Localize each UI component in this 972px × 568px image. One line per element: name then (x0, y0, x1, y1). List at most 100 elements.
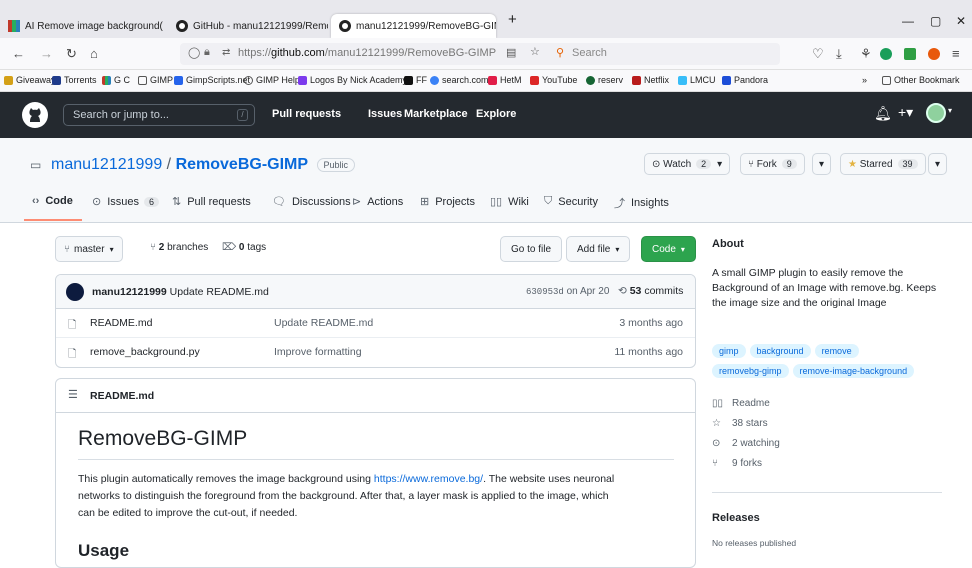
browser-tab-repo[interactable]: manu12121999/RemoveBG-GIM ✕ (331, 14, 496, 38)
close-tab-icon[interactable]: ✕ (163, 21, 165, 32)
tab-issues[interactable]: ⊙ Issues 6 (92, 195, 160, 208)
tab-pull-requests[interactable]: ⇅ Pull requests (172, 195, 251, 209)
bookmark-item[interactable]: Torrents (52, 75, 97, 85)
extension-icon[interactable]: ⚘ (860, 46, 872, 62)
remove-bg-link[interactable]: https://www.remove.bg/ (374, 473, 483, 485)
tab-security[interactable]: ⛉ Security (544, 195, 598, 208)
tags-link[interactable]: ⌦ 0 tags (222, 242, 266, 253)
extension-icon[interactable] (880, 48, 892, 60)
search-input[interactable]: Search (572, 47, 607, 59)
add-file-button[interactable]: Add file ▾ (566, 236, 631, 262)
bookmark-item[interactable]: G C (102, 75, 130, 85)
readme-link[interactable]: ▯▯ Readme (712, 398, 770, 409)
nav-issues[interactable]: Issues (368, 108, 402, 120)
bookmark-item[interactable]: GimpScripts.net (174, 75, 250, 85)
file-name[interactable]: remove_background.py (90, 346, 200, 358)
reader-view-icon[interactable]: ▤ (506, 46, 516, 59)
topic-tag[interactable]: gimp (712, 344, 746, 358)
reload-icon[interactable]: ↻ (66, 46, 77, 62)
commit-hash[interactable]: 630953d (526, 287, 564, 297)
browser-tab-github[interactable]: GitHub - manu12121999/Remo ✕ (168, 14, 328, 38)
create-new-icon[interactable]: +▾ (898, 104, 913, 121)
avatar[interactable] (926, 103, 946, 123)
watching-link[interactable]: ⊙ 2 watching (712, 438, 780, 449)
bookmark-item[interactable]: HetM (488, 75, 522, 85)
tab-label: Projects (435, 195, 475, 208)
readme-title: RemoveBG-GIMP (78, 427, 248, 450)
star-dropdown[interactable]: ▾ (928, 153, 948, 175)
topic-tag[interactable]: remove (814, 344, 859, 358)
pocket-icon[interactable]: ♡ (812, 46, 824, 62)
topic-tag[interactable]: background (749, 344, 811, 358)
new-tab-button[interactable]: + (508, 11, 517, 28)
pull-request-icon: ⇅ (172, 196, 182, 208)
bookmark-item[interactable]: Netflix (632, 75, 669, 85)
tags-label: tags (247, 242, 267, 253)
forward-icon[interactable]: → (40, 46, 53, 61)
starred-button[interactable]: ★ Starred 39 (840, 153, 926, 175)
fork-dropdown[interactable]: ▾ (812, 153, 832, 175)
stars-link[interactable]: ☆ 38 stars (712, 418, 768, 429)
bookmark-item[interactable]: reserv (586, 75, 623, 85)
bookmark-item[interactable]: GIMP Help (244, 75, 300, 85)
file-commit-message[interactable]: Update README.md (274, 317, 373, 329)
bookmark-star-icon[interactable]: ☆ (530, 45, 540, 58)
tab-wiki[interactable]: ▯▯ Wiki (490, 195, 529, 209)
go-to-file-button[interactable]: Go to file (500, 236, 563, 262)
branches-link[interactable]: ⑂ 2 branches (150, 242, 208, 253)
list-icon[interactable]: ☰ (68, 388, 78, 401)
extension-icon[interactable] (904, 48, 916, 60)
github-search-input[interactable]: Search or jump to... / (63, 104, 255, 126)
nav-marketplace[interactable]: Marketplace (404, 108, 468, 120)
browser-tab-remove-bg[interactable]: AI Remove image background( ✕ (0, 14, 165, 38)
downloads-icon[interactable]: ⤓ (836, 46, 842, 62)
file-commit-message[interactable]: Improve formatting (274, 346, 362, 358)
fork-button[interactable]: ⑂ Fork 9 (740, 153, 805, 175)
tab-label: Pull requests (187, 195, 251, 208)
bookmark-item[interactable]: FF (404, 75, 427, 85)
minimize-icon[interactable]: — (902, 14, 914, 28)
notification-bell-icon[interactable]: 🔔︎ (874, 105, 892, 122)
tab-discussions[interactable]: 🗨︎ Discussions (272, 195, 351, 209)
commits-link[interactable]: ⟲ 53 commits (618, 285, 683, 297)
home-icon[interactable]: ⌂ (90, 46, 98, 61)
back-icon[interactable]: ← (12, 46, 25, 61)
stars-label: 38 stars (732, 418, 768, 429)
bookmarks-overflow-icon[interactable]: » (862, 75, 867, 85)
url-bar[interactable]: ◯ 🔒︎ ⇄ https://github.com/manu12121999/R… (180, 43, 780, 65)
fork-count: 9 (781, 159, 797, 169)
branch-select-button[interactable]: ⑂ master ▾ (55, 236, 123, 262)
bookmark-item[interactable]: Pandora (722, 75, 768, 85)
close-window-icon[interactable]: ✕ (956, 14, 966, 28)
maximize-icon[interactable]: ▢ (930, 14, 941, 28)
tab-code[interactable]: ‹› Code (32, 195, 73, 207)
repo-name-link[interactable]: RemoveBG-GIMP (176, 156, 308, 173)
releases-heading[interactable]: Releases (712, 512, 760, 524)
avatar[interactable] (66, 283, 84, 301)
nav-explore[interactable]: Explore (476, 108, 516, 120)
file-name[interactable]: README.md (90, 317, 152, 329)
tab-projects[interactable]: ⊞ Projects (420, 195, 475, 209)
topic-tag[interactable]: removebg-gimp (712, 364, 789, 378)
extension-icon[interactable] (928, 48, 940, 60)
bookmark-item[interactable]: LMCU (678, 75, 716, 85)
bookmark-item[interactable]: YouTube (530, 75, 577, 85)
bookmark-item[interactable]: Giveaway (4, 75, 56, 85)
topic-tag[interactable]: remove-image-background (792, 364, 915, 378)
bookmark-item[interactable]: GIMP (138, 75, 173, 85)
bookmark-item[interactable]: Logos By Nick Academy (298, 75, 407, 85)
github-logo-icon[interactable] (22, 102, 48, 128)
bookmark-item[interactable]: search.com (430, 75, 489, 85)
nav-pull-requests[interactable]: Pull requests (272, 108, 341, 120)
chevron-down-icon[interactable]: ▾ (948, 106, 952, 115)
commit-message[interactable]: Update README.md (170, 286, 269, 298)
menu-icon[interactable]: ≡ (952, 46, 960, 61)
tab-actions[interactable]: ⊳ Actions (352, 195, 403, 209)
repo-owner-link[interactable]: manu12121999 (51, 156, 162, 173)
watch-button[interactable]: ⊙ Watch 2 ▾ (644, 153, 731, 175)
commit-author[interactable]: manu12121999 (92, 286, 167, 298)
tab-insights[interactable]: ⤴ Insights (614, 195, 669, 211)
bookmark-folder[interactable]: Other Bookmark (882, 75, 960, 85)
code-button[interactable]: Code ▾ (641, 236, 696, 262)
forks-link[interactable]: ⑂ 9 forks (712, 458, 762, 469)
